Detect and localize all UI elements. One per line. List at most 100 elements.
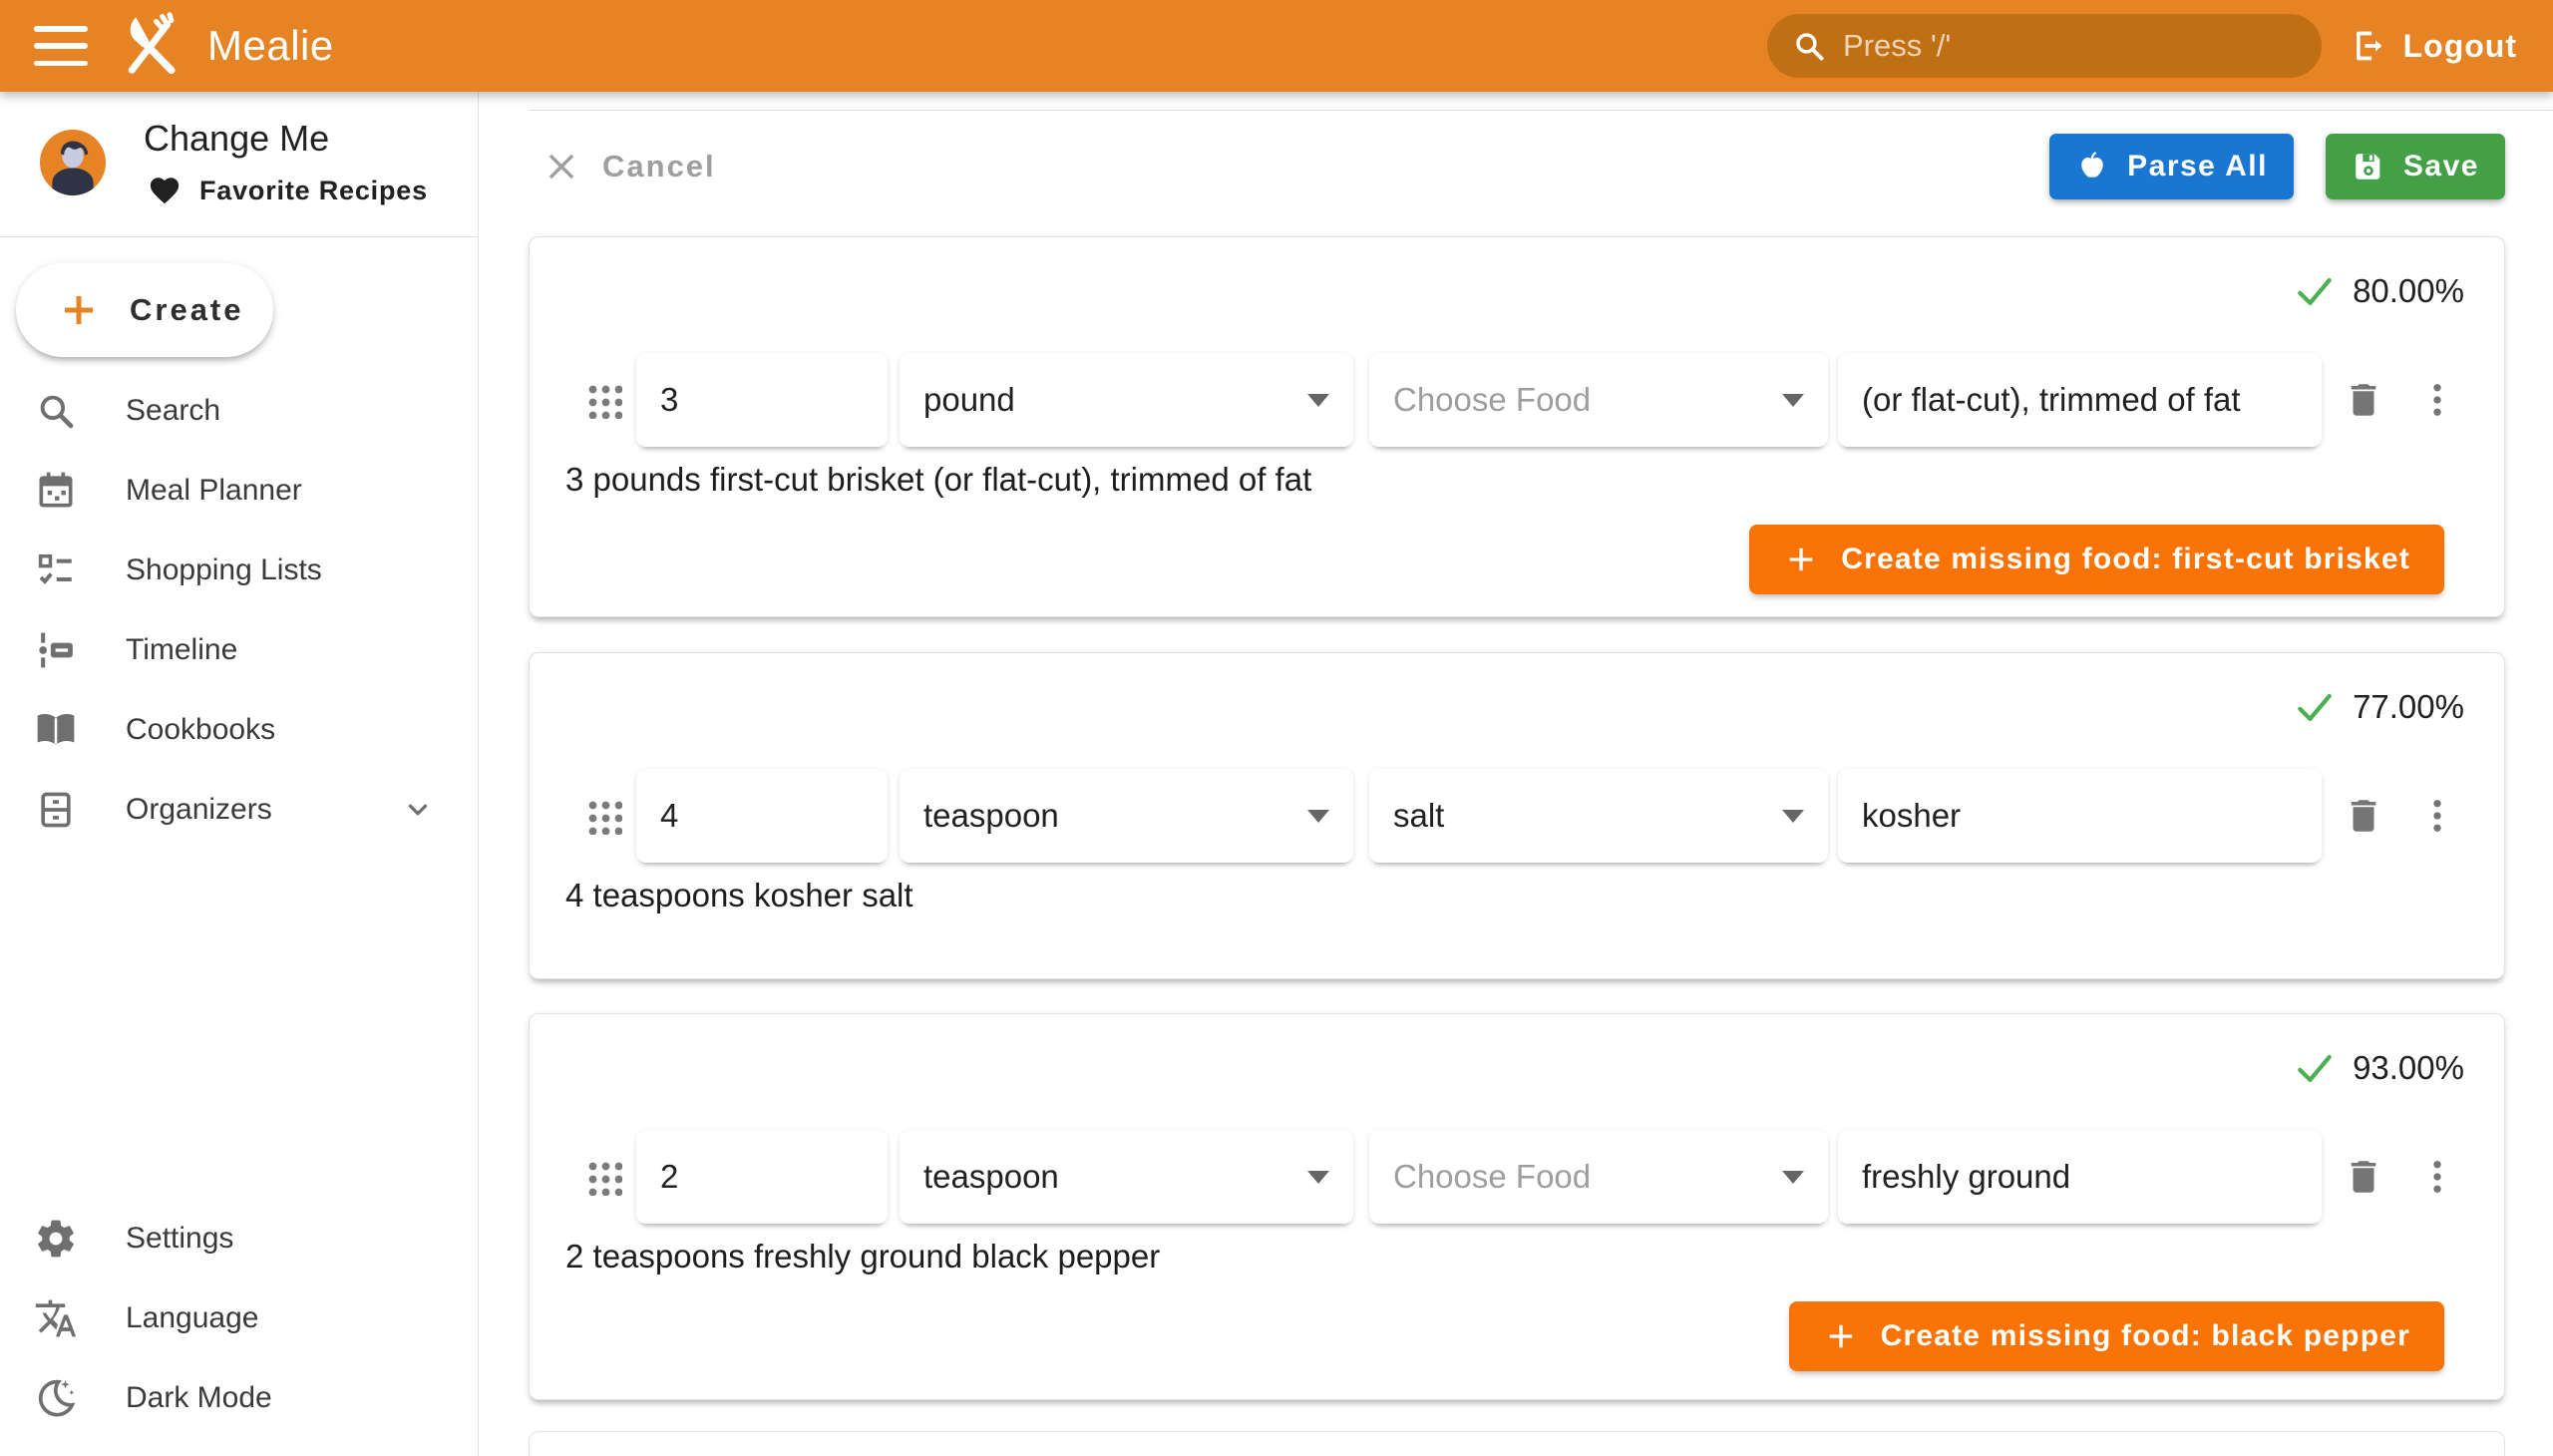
dropdown-caret-icon: [1307, 1171, 1329, 1184]
sidebar-item-meal-planner[interactable]: Meal Planner: [0, 451, 478, 531]
sidebar-nav: Search Meal Planner Shopping Lists: [0, 371, 478, 850]
gear-icon: [34, 1217, 78, 1261]
save-label: Save: [2403, 150, 2479, 183]
drag-handle-icon[interactable]: [585, 1159, 622, 1196]
dropdown-caret-icon: [1782, 394, 1804, 407]
original-ingredient-text: 4 teaspoons kosher salt: [565, 877, 2504, 914]
sidebar-item-shopping-lists[interactable]: Shopping Lists: [0, 531, 478, 610]
sidebar-item-dark-mode[interactable]: Dark Mode: [0, 1358, 478, 1438]
logout-label: Logout: [2403, 28, 2517, 65]
delete-button[interactable]: [2340, 792, 2387, 840]
dropdown-caret-icon: [1782, 810, 1804, 823]
unit-select[interactable]: teaspoon: [900, 769, 1353, 863]
quantity-input[interactable]: [636, 1130, 888, 1224]
checklist-icon: [34, 548, 78, 592]
ingredient-card-partial: [529, 1431, 2505, 1456]
sidebar-item-label: Search: [126, 394, 220, 428]
create-missing-food-button[interactable]: Create missing food: black pepper: [1789, 1301, 2444, 1371]
quantity-input[interactable]: [636, 769, 888, 863]
delete-button[interactable]: [2340, 376, 2387, 424]
note-input[interactable]: [1838, 353, 2322, 447]
create-button[interactable]: Create: [16, 263, 273, 357]
quantity-input[interactable]: [636, 353, 888, 447]
sidebar-item-label: Language: [126, 1301, 258, 1335]
drag-handle-icon[interactable]: [585, 382, 622, 419]
confidence-value: 80.00%: [2353, 272, 2464, 310]
sidebar-item-label: Shopping Lists: [126, 553, 322, 587]
trash-icon: [2343, 1156, 2384, 1198]
create-missing-food-label: Create missing food: black pepper: [1881, 1319, 2410, 1353]
ingredient-card: 77.00% teaspoon salt: [529, 652, 2505, 979]
original-ingredient-text: 3 pounds first-cut brisket (or flat-cut)…: [565, 461, 2504, 499]
ingredient-fields-row: pound Choose Food: [530, 353, 2504, 447]
more-options-button[interactable]: [2413, 792, 2461, 840]
confidence-row: 77.00%: [530, 653, 2504, 729]
trash-icon: [2343, 795, 2384, 837]
app-title: Mealie: [207, 22, 334, 70]
ingredient-card: 80.00% pound Choose Food: [529, 236, 2505, 617]
missing-food-row: Create missing food: black pepper: [530, 1301, 2444, 1371]
unit-select[interactable]: pound: [900, 353, 1353, 447]
sidebar-item-search[interactable]: Search: [0, 371, 478, 451]
sidebar-item-language[interactable]: Language: [0, 1278, 478, 1358]
magnifier-icon: [34, 389, 78, 433]
missing-food-row: Create missing food: first-cut brisket: [530, 525, 2444, 594]
search-input[interactable]: [1843, 28, 2298, 64]
trash-icon: [2343, 379, 2384, 421]
cancel-button[interactable]: Cancel: [543, 148, 716, 185]
food-placeholder: Choose Food: [1393, 1158, 1591, 1196]
note-input[interactable]: [1838, 769, 2322, 863]
more-options-button[interactable]: [2413, 1153, 2461, 1201]
search-bar[interactable]: [1767, 14, 2322, 78]
content-top-divider: [529, 110, 2553, 111]
food-select[interactable]: Choose Food: [1369, 353, 1828, 447]
create-missing-food-label: Create missing food: first-cut brisket: [1841, 543, 2410, 576]
sidebar-item-label: Meal Planner: [126, 474, 302, 508]
parse-all-button[interactable]: Parse All: [2049, 134, 2294, 199]
ingredient-card: 93.00% teaspoon Choose Food: [529, 1013, 2505, 1400]
timeline-icon: [34, 628, 78, 672]
moon-icon: [34, 1376, 78, 1420]
sidebar-item-label: Cookbooks: [126, 713, 275, 747]
sidebar-item-label: Settings: [126, 1222, 233, 1256]
sidebar-item-organizers[interactable]: Organizers: [0, 770, 478, 850]
unit-value: teaspoon: [923, 1158, 1059, 1196]
parser-toolbar: Cancel Parse All Save: [479, 131, 2553, 202]
search-icon: [1791, 28, 1827, 64]
unit-select[interactable]: teaspoon: [900, 1130, 1353, 1224]
plus-icon: [58, 289, 100, 331]
check-icon: [2293, 1046, 2337, 1090]
food-select[interactable]: Choose Food: [1369, 1130, 1828, 1224]
original-ingredient-text: 2 teaspoons freshly ground black pepper: [565, 1238, 2504, 1275]
confidence-value: 77.00%: [2353, 688, 2464, 726]
kebab-menu-icon: [2416, 1156, 2458, 1198]
dropdown-caret-icon: [1307, 394, 1329, 407]
create-missing-food-button[interactable]: Create missing food: first-cut brisket: [1749, 525, 2444, 594]
favorite-recipes-label: Favorite Recipes: [199, 176, 428, 206]
favorite-recipes-link[interactable]: Favorite Recipes: [148, 174, 428, 207]
sidebar-item-settings[interactable]: Settings: [0, 1199, 478, 1278]
food-select[interactable]: salt: [1369, 769, 1828, 863]
food-value: salt: [1393, 797, 1444, 835]
logout-button[interactable]: Logout: [2338, 0, 2527, 92]
save-button[interactable]: Save: [2326, 134, 2505, 199]
drag-handle-icon[interactable]: [585, 798, 622, 835]
sidebar-item-timeline[interactable]: Timeline: [0, 610, 478, 690]
food-placeholder: Choose Food: [1393, 381, 1591, 419]
note-input[interactable]: [1838, 1130, 2322, 1224]
cancel-label: Cancel: [602, 149, 716, 184]
ingredient-fields-row: teaspoon Choose Food: [530, 1130, 2504, 1224]
menu-icon[interactable]: [34, 26, 88, 66]
kebab-menu-icon: [2416, 379, 2458, 421]
avatar[interactable]: [40, 130, 106, 195]
kebab-menu-icon: [2416, 795, 2458, 837]
sidebar-item-cookbooks[interactable]: Cookbooks: [0, 690, 478, 770]
sidebar-item-label: Timeline: [126, 633, 237, 667]
check-icon: [2293, 685, 2337, 729]
delete-button[interactable]: [2340, 1153, 2387, 1201]
more-options-button[interactable]: [2413, 376, 2461, 424]
confidence-value: 93.00%: [2353, 1049, 2464, 1087]
chevron-down-icon: [400, 792, 436, 828]
create-button-label: Create: [130, 292, 244, 328]
sidebar-item-label: Dark Mode: [126, 1381, 272, 1415]
